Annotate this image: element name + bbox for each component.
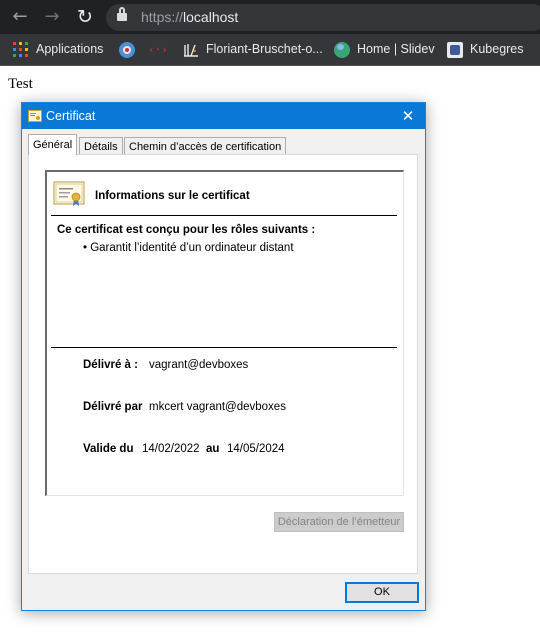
- dialog-titlebar[interactable]: Certificat ✕: [22, 103, 425, 129]
- certificate-dialog: Certificat ✕ Général Détails Chemin d’ac…: [21, 102, 426, 611]
- bookmark-red-icon[interactable]: [119, 42, 135, 58]
- valid-to-value: 14/05/2024: [227, 443, 285, 455]
- bookmarks-bar: Applications ‹·› Floriant-Bruschet-o... …: [0, 34, 540, 66]
- library-icon[interactable]: [183, 42, 199, 58]
- bookmark-applications[interactable]: Applications: [36, 34, 103, 65]
- divider: [51, 347, 397, 348]
- issued-to-value: vagrant@devboxes: [149, 359, 249, 371]
- forward-arrow-icon[interactable]: →: [40, 5, 64, 29]
- valid-to-label: au: [206, 443, 220, 455]
- certificate-icon: [53, 181, 85, 207]
- purpose-heading: Ce certificat est conçu pour les rôles s…: [57, 224, 316, 236]
- reload-icon[interactable]: ↻: [73, 5, 97, 29]
- tab-general[interactable]: Général: [28, 134, 78, 155]
- certificate-icon: [28, 109, 42, 122]
- url-text[interactable]: https://localhost: [141, 4, 238, 31]
- bookmark-kubegres[interactable]: Kubegres: [470, 34, 524, 65]
- bookmark-floriant[interactable]: Floriant-Bruschet-o...: [206, 34, 323, 65]
- lock-icon[interactable]: [117, 7, 127, 23]
- tab-certification-path[interactable]: Chemin d’accès de certification: [124, 137, 287, 155]
- url-host: localhost: [183, 9, 239, 25]
- info-heading: Informations sur le certificat: [95, 190, 250, 202]
- issuer-statement-button[interactable]: Déclaration de l’émetteur: [274, 512, 404, 532]
- issued-by-value: mkcert vagrant@devboxes: [149, 401, 286, 413]
- tab-panel-general: Informations sur le certificat Ce certif…: [28, 154, 418, 574]
- url-scheme: https://: [141, 9, 184, 25]
- address-bar[interactable]: https://localhost: [106, 4, 540, 31]
- tab-details[interactable]: Détails: [79, 137, 123, 155]
- purpose-item: • Garantit l’identité d’un ordinateur di…: [83, 242, 294, 254]
- back-arrow-icon[interactable]: ←: [8, 5, 32, 29]
- issued-by-label: Délivré par: [83, 401, 143, 413]
- code-icon[interactable]: ‹·›: [148, 42, 168, 58]
- valid-from-label: Valide du: [83, 443, 134, 455]
- apps-grid-icon[interactable]: [13, 42, 28, 57]
- close-icon[interactable]: ✕: [397, 105, 419, 127]
- issued-to-label: Délivré à :: [83, 359, 138, 371]
- valid-from-value: 14/02/2022: [142, 443, 200, 455]
- page-text: Test: [8, 76, 33, 92]
- divider: [51, 215, 397, 216]
- certificate-info-box: Informations sur le certificat Ce certif…: [45, 170, 404, 496]
- ok-button[interactable]: OK: [345, 582, 419, 603]
- globe-icon[interactable]: [334, 42, 350, 58]
- bookmark-slidev[interactable]: Home | Slidev: [357, 34, 435, 65]
- kubegres-icon[interactable]: [447, 42, 463, 58]
- dialog-title: Certificat: [46, 109, 96, 123]
- browser-toolbar: ← → ↻ https://localhost: [0, 0, 540, 34]
